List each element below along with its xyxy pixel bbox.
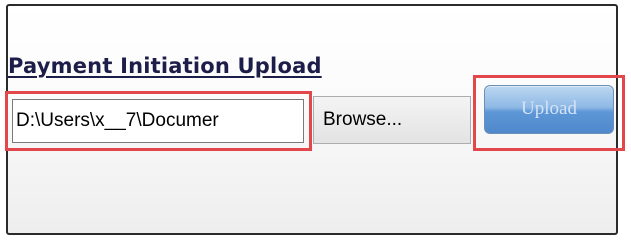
page-title: Payment Initiation Upload <box>8 54 322 78</box>
file-path-input[interactable]: D:\Users\x__7\Documer <box>12 99 304 143</box>
browse-button[interactable]: Browse... <box>313 96 471 144</box>
upload-button[interactable]: Upload <box>484 85 614 134</box>
